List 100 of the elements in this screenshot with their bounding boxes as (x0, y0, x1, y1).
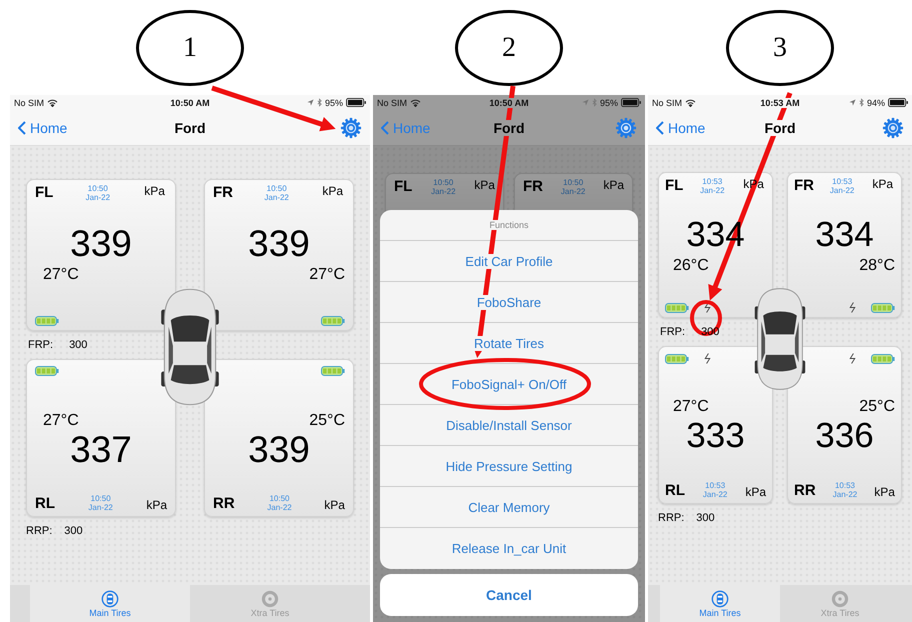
menu-item[interactable]: Edit Car Profile (380, 241, 638, 282)
battery-icon (35, 366, 59, 376)
pressure-unit: kPa (143, 184, 166, 198)
callout-number: 1 (136, 10, 244, 86)
pressure-value: 334 (814, 215, 875, 254)
callout-number: 2 (455, 10, 563, 86)
location-icon (848, 99, 856, 106)
battery-percent: 95% (600, 98, 618, 108)
tire-position: FR (523, 178, 543, 195)
tire-card[interactable]: FR 10:53 Jan-22 kPa 334 28°C (787, 172, 902, 318)
pressure-value: 333 (685, 416, 746, 456)
pressure-unit: kPa (871, 177, 894, 191)
menu-item[interactable]: Rotate Tires (380, 323, 638, 364)
tire-card[interactable]: FR 10:50 Jan-22 kPa 339 27°C (204, 179, 354, 331)
pressure-label: RRP: (658, 512, 684, 524)
battery-icon (665, 354, 689, 364)
bluetooth-icon (592, 98, 597, 107)
menu-item[interactable]: FoboShare (380, 282, 638, 323)
pressure-setting: 300 (696, 512, 715, 524)
carrier-text: No SIM (652, 98, 682, 108)
battery-percent: 94% (866, 98, 885, 108)
settings-icon[interactable] (882, 116, 904, 138)
pressure-label: RRP: (26, 525, 52, 537)
status-time: 10:50 AM (168, 98, 212, 108)
reading-time: 10:53 Jan-22 (830, 177, 854, 195)
temperature-value: 27°C (673, 398, 709, 416)
tire-position: FR (213, 184, 233, 201)
tab[interactable]: Xtra Tires (190, 585, 350, 622)
pressure-unit: kPa (474, 178, 495, 192)
tab[interactable]: Main Tires (30, 585, 190, 622)
temperature-value: 25°C (309, 412, 345, 430)
pressure-label: FRP: (27, 339, 54, 351)
menu-item[interactable]: FoboSignal+ On/Off (380, 364, 638, 405)
reading-time: 10:50 Jan-22 (560, 178, 586, 196)
tire-position: FR (794, 177, 814, 194)
pressure-setting: 300 (64, 525, 83, 537)
reading-time: 10:53 Jan-22 (832, 481, 858, 499)
pressure-value: 337 (69, 430, 133, 470)
menu-item[interactable]: Release In_car Unit (380, 528, 638, 569)
temperature-value: 26°C (673, 257, 709, 275)
back-link[interactable]: Home (656, 120, 736, 136)
pressure-unit: kPa (603, 178, 624, 192)
wheel-icon (261, 590, 279, 608)
reading-time: 10:50 Jan-22 (264, 184, 289, 202)
chevron-icon (381, 120, 389, 134)
battery-icon (321, 316, 345, 326)
reading-time: 10:50 Jan-22 (86, 184, 110, 202)
tire-card[interactable]: 25°C 336 RR 10:53 Jan-22 kPa (787, 346, 902, 504)
temperature-value: 27°C (309, 266, 345, 284)
menu-item[interactable]: Disable/Install Sensor (380, 405, 638, 446)
battery-icon (665, 302, 689, 312)
pressure-label: FRP: (659, 326, 686, 338)
menu-item[interactable]: Clear Memory (380, 487, 638, 528)
pressure-unit: kPa (146, 498, 167, 512)
screen-title: Ford (491, 120, 527, 136)
reading-time: 10:50 Jan-22 (88, 494, 113, 512)
car-icon (711, 590, 729, 608)
chevron-icon (656, 120, 664, 134)
battery-percent: 95% (324, 98, 343, 108)
temperature-value: 27°C (43, 412, 79, 430)
tire-card[interactable]: FL 10:50 Jan-22 kPa 339 27°C (26, 179, 176, 331)
tire-position: RR (794, 482, 816, 499)
wifi-icon (410, 98, 422, 106)
battery-icon (321, 366, 345, 376)
settings-icon[interactable] (614, 116, 637, 138)
tab[interactable]: Main Tires (660, 585, 780, 622)
chevron-icon (18, 120, 26, 134)
bluetooth-icon (858, 98, 864, 107)
pressure-value: 339 (247, 223, 311, 264)
tire-position: FL (665, 177, 684, 194)
tire-position: FL (35, 184, 54, 201)
menu-item[interactable]: Hide Pressure Setting (380, 446, 638, 487)
back-link[interactable]: Home (18, 120, 98, 136)
tire-card[interactable]: 25°C 339 RR 10:50 Jan-22 kPa (204, 359, 354, 517)
temperature-value: 28°C (859, 257, 895, 275)
pressure-unit: kPa (874, 485, 895, 499)
status-time: 10:50 AM (487, 98, 531, 108)
battery-icon (621, 98, 641, 107)
battery-icon (35, 316, 59, 326)
battery-icon (346, 98, 366, 107)
tab[interactable]: Xtra Tires (780, 585, 900, 622)
car-icon (101, 590, 119, 608)
wheel-icon (831, 590, 849, 608)
pressure-unit: kPa (324, 498, 345, 512)
settings-icon[interactable] (340, 116, 362, 138)
pressure-unit: kPa (745, 485, 766, 499)
bluetooth-icon (316, 98, 322, 107)
temperature-value: 27°C (43, 266, 79, 284)
wifi-icon (47, 98, 58, 106)
reading-time: 10:50 Jan-22 (431, 178, 456, 196)
pressure-value: 339 (247, 430, 311, 470)
tire-card[interactable]: 27°C 333 RL 10:53 Jan-22 kPa (658, 346, 773, 504)
cancel-button[interactable]: Cancel (380, 574, 638, 616)
screen-title: Ford (762, 120, 798, 136)
tire-position: RR (213, 495, 235, 512)
battery-icon (871, 354, 895, 364)
callout-number: 3 (726, 10, 834, 86)
reading-time: 10:53 Jan-22 (700, 177, 725, 195)
tire-card[interactable]: 27°C 337 RL 10:50 Jan-22 kPa (26, 359, 176, 517)
location-icon (582, 99, 589, 106)
